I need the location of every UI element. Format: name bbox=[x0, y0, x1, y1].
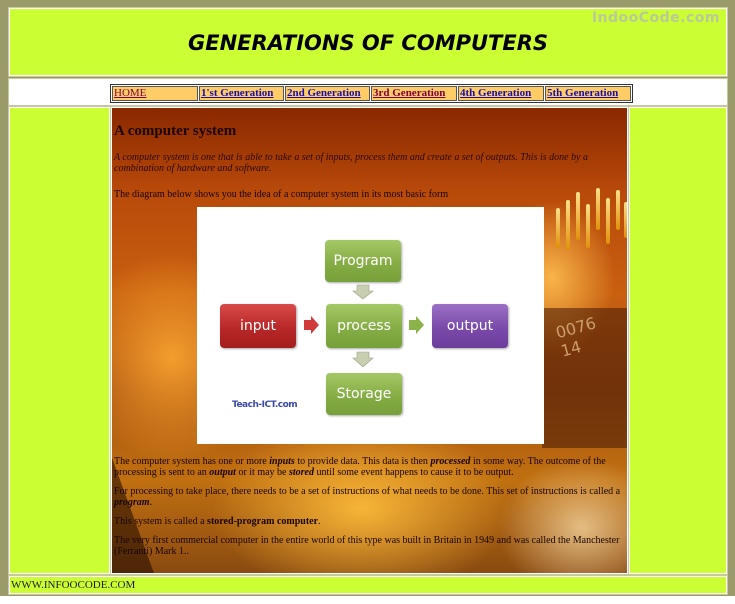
page-title: GENERATIONS OF COMPUTERS bbox=[188, 31, 548, 55]
left-sidebar bbox=[8, 106, 111, 575]
nav-bar: HOME 1'st Generation 2nd Generation 3rd … bbox=[110, 84, 633, 103]
arrow-down-icon bbox=[352, 284, 374, 300]
arrow-right-icon bbox=[304, 316, 319, 334]
paragraph-program: For processing to take place, there need… bbox=[114, 486, 621, 508]
arrow-down-icon bbox=[352, 351, 374, 368]
footer: WWW.INFOOCODE.COM bbox=[8, 575, 728, 595]
nav-5th-generation[interactable]: 5th Generation bbox=[545, 86, 631, 101]
watermark-logo: IndooCode.com bbox=[591, 10, 720, 26]
footer-text: WWW.INFOOCODE.COM bbox=[11, 579, 136, 591]
paragraph-history: The very first commercial computer in th… bbox=[114, 535, 620, 557]
section-heading: A computer system bbox=[114, 123, 237, 139]
nav-1st-generation[interactable]: 1'st Generation bbox=[199, 86, 284, 101]
paragraph-inputs: The computer system has one or more inpu… bbox=[114, 456, 606, 478]
background-pins bbox=[552, 188, 627, 268]
nav-home[interactable]: HOME bbox=[112, 86, 198, 101]
page-frame: IndooCode.com GENERATIONS OF COMPUTERS H… bbox=[0, 0, 735, 596]
computer-system-diagram: Program input process output Storage Tea… bbox=[197, 207, 544, 444]
header: IndooCode.com GENERATIONS OF COMPUTERS bbox=[8, 7, 728, 77]
nav-4th-generation[interactable]: 4th Generation bbox=[458, 86, 544, 101]
right-sidebar bbox=[628, 106, 728, 575]
main-content: 0076 14 A computer system A computer syst… bbox=[110, 106, 629, 575]
arrow-right-icon bbox=[409, 316, 424, 334]
paragraph-stored-program: This system is called a stored-program c… bbox=[114, 516, 321, 527]
diagram-lead-text: The diagram below shows you the idea of … bbox=[114, 189, 449, 200]
nav-3rd-generation[interactable]: 3rd Generation bbox=[371, 86, 457, 101]
diagram-credit: Teach-ICT.com bbox=[232, 400, 298, 410]
intro-text: A computer system is one that is able to… bbox=[114, 152, 589, 174]
nav-2nd-generation[interactable]: 2nd Generation bbox=[285, 86, 370, 101]
nav-row: HOME 1'st Generation 2nd Generation 3rd … bbox=[8, 78, 728, 106]
